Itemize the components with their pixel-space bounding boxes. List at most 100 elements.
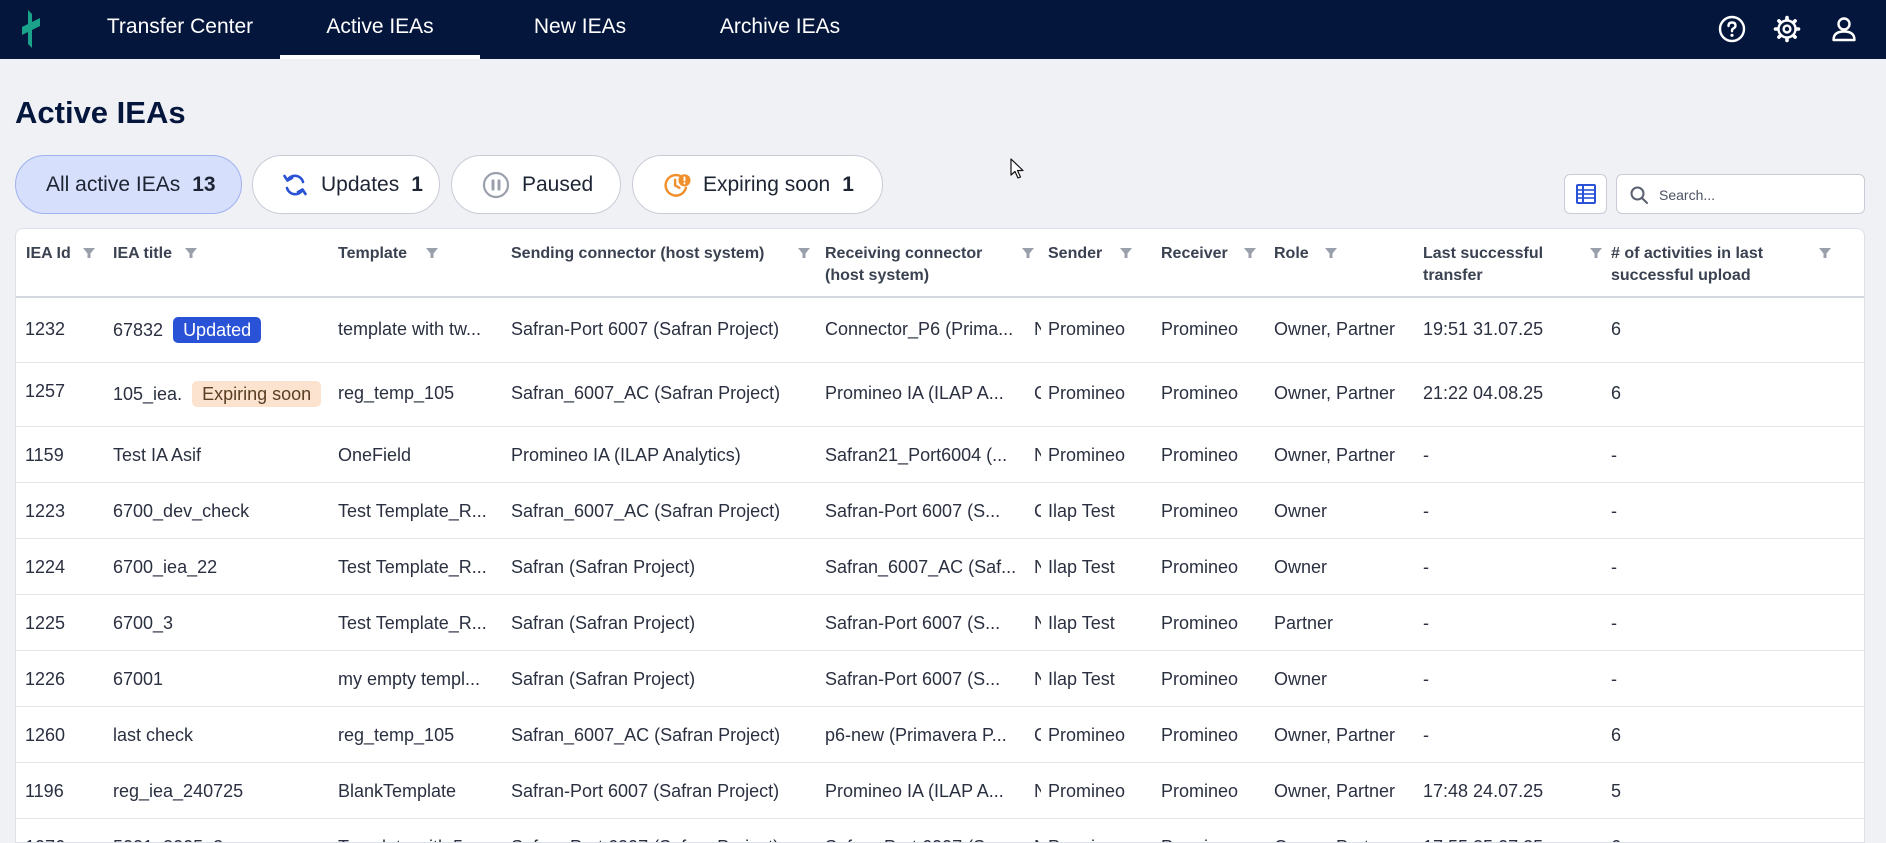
cell-truncated: N [1034,317,1041,341]
clock-alert-icon [664,173,691,197]
table-row[interactable]: 1232 67832 Updated template with tw... Sa… [16,299,1864,363]
cell-activities: - [1611,445,1617,465]
cell-sending-connector: Safran-Port 6007 (Safran Project) [511,835,811,842]
col-header-iea-id[interactable]: IEA Id [26,243,106,265]
user-icon[interactable] [1830,15,1858,43]
cell-last-transfer: 21:22 04.08.25 [1423,383,1544,403]
columns-icon [1575,184,1596,204]
cell-iea-title: Test IA Asif [113,445,202,465]
filter-all-active[interactable]: All active IEAs 13 [15,155,242,214]
cell-last-transfer: - [1423,613,1429,633]
cell-iea-title: reg_iea_240725 [113,781,244,801]
filter-label: Updates [321,172,400,196]
table-row[interactable]: 1225 6700_3 Test Template_R... Safran (S… [16,595,1864,651]
table-row[interactable]: 1159 Test IA Asif OneField Promineo IA (… [16,427,1864,483]
cell-activities: 6 [1611,383,1622,403]
cell-receiver: Promineo [1161,383,1239,403]
filter-icon[interactable] [1119,246,1133,260]
filter-icon[interactable] [1818,246,1832,260]
col-header-last-transfer[interactable]: Last successful transfer [1423,243,1608,287]
gear-icon[interactable] [1773,15,1801,43]
table-row[interactable]: 1076 5001_2005_2 Template with 5... Safr… [16,819,1864,842]
cell-truncated: C [1034,723,1041,747]
filter-updates[interactable]: Updates 1 [252,155,440,214]
cell-sender: Ilap Test [1048,501,1115,521]
nav-tab-active-ieas[interactable]: Active IEAs [280,0,480,59]
col-header-template[interactable]: Template [338,243,498,265]
search-icon [1630,186,1648,204]
cell-receiving-connector: Promineo IA (ILAP A... [825,383,1004,403]
cell-receiving-connector: Connector_P6 (Prima... [825,319,1014,339]
table-row[interactable]: 1226 67001 my empty templ... Safran (Saf… [16,651,1864,707]
cell-iea-id: 1260 [25,725,66,745]
cell-iea-id: 1196 [25,781,64,801]
filter-paused[interactable]: Paused [451,155,621,214]
cell-iea-title: 5001_2005_2 [113,835,333,842]
cell-receiver: Promineo [1161,445,1239,465]
cell-sending-connector: Safran-Port 6007 (Safran Project) [511,781,780,801]
cell-truncated: N [1034,779,1041,803]
column-settings-button[interactable] [1564,174,1607,214]
cell-receiving-connector: Promineo IA (ILAP A... [825,781,1004,801]
filter-icon[interactable] [425,246,439,260]
filter-icon[interactable] [1243,246,1257,260]
filter-icon[interactable] [1021,246,1035,260]
cell-activities: 6 [1611,835,1731,842]
page-title: Active IEAs [15,95,186,130]
cell-sender: Ilap Test [1048,613,1115,633]
nav-tab-new-ieas[interactable]: New IEAs [526,0,634,59]
col-header-sending-connector[interactable]: Sending connector (host system) [511,243,811,265]
cell-receiver: Promineo [1161,557,1239,577]
cell-template: my empty templ... [338,669,481,689]
cell-truncated: N [1034,555,1041,579]
filter-icon[interactable] [797,246,811,260]
table-row[interactable]: 1196 reg_iea_240725 BlankTemplate Safran… [16,763,1864,819]
table-row[interactable]: 1260 last check reg_temp_105 Safran_6007… [16,707,1864,763]
filter-icon[interactable] [1589,246,1603,260]
col-header-iea-title[interactable]: IEA title [113,243,333,265]
col-header-role[interactable]: Role [1274,243,1374,265]
cell-iea-id: 1232 [25,319,66,339]
cell-role: Owner, Partner [1274,319,1396,339]
search-box [1616,174,1865,214]
col-header-activities[interactable]: # of activities in last successful uploa… [1611,243,1841,287]
cell-receiving-connector: Safran-Port 6007 (S... [825,669,1001,689]
col-header-sender[interactable]: Sender [1048,243,1148,265]
cell-sending-connector: Safran_6007_AC (Safran Project) [511,501,781,521]
table-row[interactable]: 1223 6700_dev_check Test Template_R... S… [16,483,1864,539]
cell-receiving-connector: p6-new (Primavera P... [825,725,1007,745]
filter-icon[interactable] [1324,246,1338,260]
filter-label: All active IEAs [46,172,181,196]
cell-iea-id: 1223 [25,501,66,521]
table-row[interactable]: 1257 105_iea. Expiring soon reg_temp_105 … [16,363,1864,427]
cell-receiver: Promineo [1161,669,1239,689]
search-input[interactable] [1659,181,1855,209]
cell-sending-connector: Safran-Port 6007 (Safran Project) [511,319,780,339]
cell-iea-id: 1226 [25,669,66,689]
cell-truncated: N [1034,835,1041,842]
table-row[interactable]: 1224 6700_iea_22 Test Template_R... Safr… [16,539,1864,595]
cell-receiving-connector: Safran-Port 6007 (S... [825,501,1001,521]
nav-tab-archive-ieas[interactable]: Archive IEAs [716,0,844,59]
cell-last-transfer: 17:48 24.07.25 [1423,781,1544,801]
cell-last-transfer: 17:55 25.07.25 [1423,835,1603,842]
cell-truncated: N [1034,443,1041,467]
cell-truncated: C [1034,499,1041,523]
cell-receiving-connector: Safran-Port 6007 (S... [825,613,1001,633]
filter-icon[interactable] [82,246,96,260]
filter-expiring-soon[interactable]: Expiring soon 1 [632,155,883,214]
col-header-receiving-connector[interactable]: Receiving connector (host system) [825,243,1045,287]
cell-receiver: Promineo [1161,725,1239,745]
cell-iea-id: 1076 [25,835,95,842]
cell-sending-connector: Safran (Safran Project) [511,613,696,633]
help-icon[interactable] [1718,15,1746,43]
col-header-receiver[interactable]: Receiver [1161,243,1261,265]
nav-tab-transfer-center[interactable]: Transfer Center [103,0,257,59]
cell-activities: 6 [1611,319,1622,339]
filter-count: 1 [411,172,423,196]
cell-truncated: C [1034,381,1041,405]
filter-icon[interactable] [184,246,198,260]
cell-receiver: Promineo [1161,319,1239,339]
logo-icon[interactable] [18,10,44,48]
cell-role: Owner, Partner [1274,835,1419,842]
